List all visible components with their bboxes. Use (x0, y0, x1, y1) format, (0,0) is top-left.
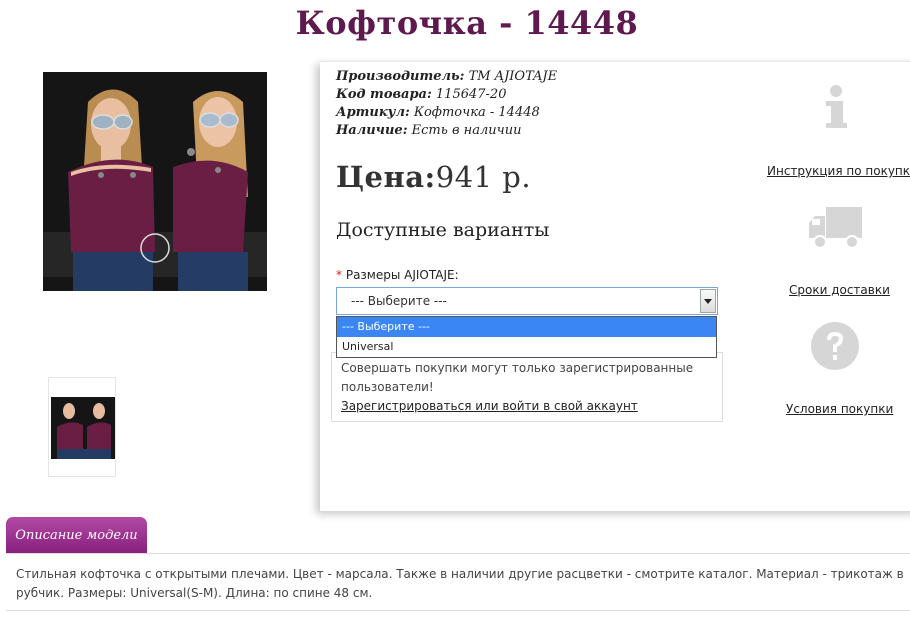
notice-text: Совершать покупки могут только зарегистр… (341, 361, 694, 394)
size-label: * Размеры AJIOTAJE: (336, 268, 459, 282)
variants-heading: Доступные варианты (336, 219, 550, 241)
price-value: 941 р. (435, 160, 532, 194)
size-label-text: Размеры AJIOTAJE: (345, 268, 459, 282)
product-thumbnail[interactable] (48, 377, 116, 477)
page-title: Кофточка - 14448 (295, 4, 639, 42)
product-main-image[interactable] (43, 72, 267, 291)
size-option-placeholder[interactable]: --- Выберите --- (337, 317, 716, 337)
price: Цена:941 р. (336, 160, 531, 194)
product-info: Производитель: ТМ AJIOTAJE Код товара: 1… (336, 68, 557, 140)
size-select[interactable]: --- Выберите --- (336, 287, 718, 315)
info-icon[interactable] (824, 84, 848, 130)
price-label: Цена: (336, 160, 436, 194)
tab-description[interactable]: Описание модели (6, 517, 147, 553)
size-dropdown-list: --- Выберите --- Universal (336, 316, 717, 358)
registration-notice: Совершать покупки могут только зарегистр… (331, 352, 723, 422)
article-label: Артикул: (336, 105, 410, 120)
truck-icon[interactable] (808, 205, 864, 250)
register-login-link[interactable]: Зарегистрироваться или войти в свой акка… (341, 397, 713, 416)
purchase-terms-link[interactable]: Условия покупки (786, 402, 893, 416)
purchase-instruction-link[interactable]: Инструкция по покупке (767, 164, 910, 178)
product-photo (43, 72, 267, 291)
availability-label: Наличие: (336, 123, 408, 138)
article-value: Кофточка - 14448 (413, 105, 540, 120)
code-value: 115647-20 (435, 87, 507, 102)
thumbnail-photo (51, 397, 115, 459)
delivery-terms-link[interactable]: Сроки доставки (789, 283, 890, 297)
manufacturer-value: ТМ AJIOTAJE (468, 69, 558, 84)
required-mark: * (336, 268, 342, 282)
chevron-down-icon[interactable] (700, 289, 716, 313)
code-label: Код товара: (336, 87, 432, 102)
size-select-value: --- Выберите --- (351, 294, 447, 308)
product-description: Стильная кофточка с открытыми плечами. Ц… (6, 553, 910, 611)
availability-value: Есть в наличии (411, 123, 522, 138)
question-icon[interactable] (810, 321, 860, 371)
manufacturer-label: Производитель: (336, 69, 465, 84)
size-option-universal[interactable]: Universal (337, 337, 716, 357)
